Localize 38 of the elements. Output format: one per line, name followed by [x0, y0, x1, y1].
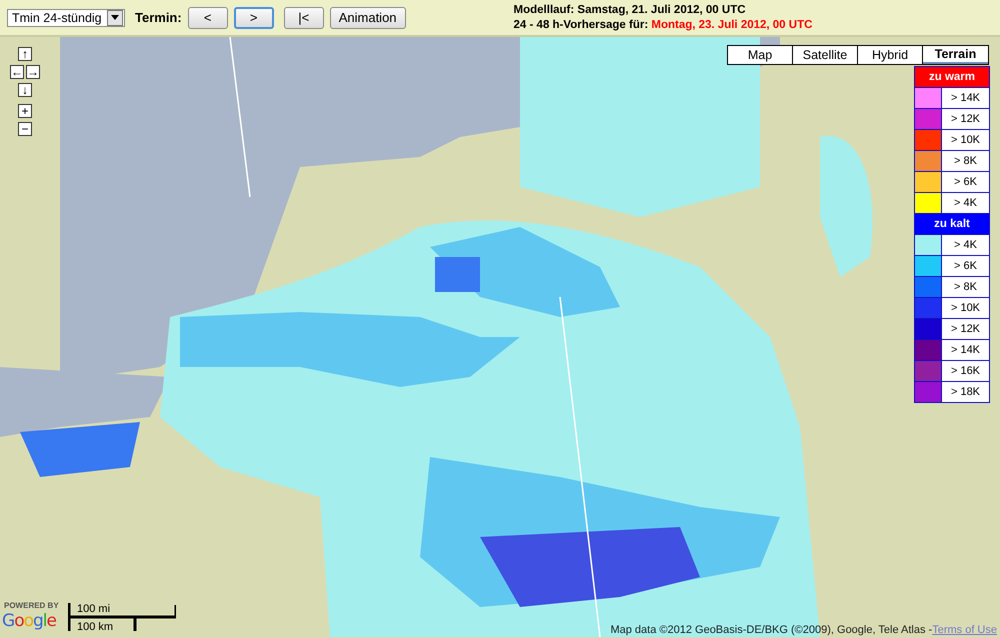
zoom-in-button[interactable]: + — [18, 104, 32, 118]
legend-label: > 16K — [942, 361, 989, 381]
attribution-text: Map data ©2012 GeoBasis-DE/BKG (©2009), Google, Tele Atlas - — [610, 624, 932, 636]
powered-by-text: POWERED BY — [4, 601, 59, 610]
legend-heading: zu kalt — [915, 214, 989, 234]
google-logo[interactable]: Google — [2, 611, 56, 631]
legend-label: > 14K — [942, 88, 989, 108]
pan-left-button[interactable]: ← — [10, 65, 24, 79]
legend-label: > 6K — [942, 172, 989, 192]
previous-button[interactable]: < — [188, 6, 228, 28]
legend-label: > 10K — [942, 298, 989, 318]
legend-label: > 10K — [942, 130, 989, 150]
next-button[interactable]: > — [234, 6, 274, 28]
forecast-date: Montag, 23. Juli 2012, 00 UTC — [651, 18, 812, 30]
legend-label: > 4K — [942, 235, 989, 255]
legend-label: > 8K — [942, 151, 989, 171]
map-type-button[interactable]: Terrain — [923, 46, 988, 64]
scale-km-text: 100 km — [77, 621, 114, 633]
animation-button[interactable]: Animation — [330, 6, 406, 28]
model-run-text: Modelllauf: Samstag, 21. Juli 2012, 00 UTC — [514, 2, 747, 18]
first-button[interactable]: |< — [284, 6, 324, 28]
legend-label: > 12K — [942, 109, 989, 129]
scale-bar-icon — [68, 603, 176, 631]
termin-label: Termin: — [135, 10, 182, 25]
legend-label: > 8K — [942, 277, 989, 297]
zoom-out-button[interactable]: − — [18, 122, 32, 136]
scale-miles-text: 100 mi — [77, 603, 110, 615]
pan-up-button[interactable]: ↑ — [18, 47, 32, 61]
legend-label: > 14K — [942, 340, 989, 360]
legend-label: > 6K — [942, 256, 989, 276]
legend-label: > 12K — [942, 319, 989, 339]
legend-label: > 4K — [942, 193, 989, 213]
legend-heading: zu warm — [915, 67, 989, 87]
legend-label: > 18K — [942, 382, 989, 402]
forecast-label: 24 - 48 h-Vorhersage für: — [514, 18, 650, 30]
pan-down-button[interactable]: ↓ — [18, 83, 32, 97]
pan-right-button[interactable]: → — [26, 65, 40, 79]
product-dropdown[interactable]: Tmin 24-stündig — [7, 8, 125, 26]
